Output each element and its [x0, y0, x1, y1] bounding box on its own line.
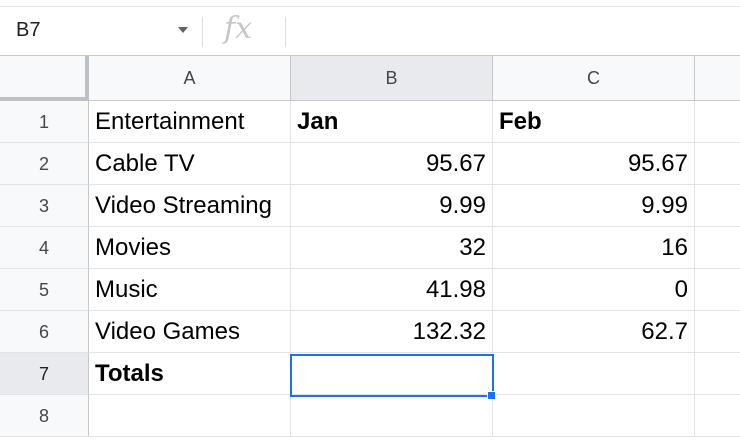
- cell-b2[interactable]: 95.67: [291, 143, 493, 185]
- cell-a2[interactable]: Cable TV: [89, 143, 291, 185]
- chevron-down-icon[interactable]: [178, 27, 188, 33]
- cell-a6[interactable]: Video Games: [89, 311, 291, 353]
- row-header-4[interactable]: 4: [0, 227, 89, 269]
- row-header-6[interactable]: 6: [0, 311, 89, 353]
- cell-d3[interactable]: [695, 185, 740, 227]
- cell-d5[interactable]: [695, 269, 740, 311]
- column-header-d[interactable]: [695, 56, 740, 101]
- column-header-b[interactable]: B: [291, 56, 493, 101]
- column-header-c[interactable]: C: [493, 56, 695, 101]
- cell-b7[interactable]: [291, 353, 493, 395]
- name-box[interactable]: B7: [0, 7, 200, 55]
- row-header-8[interactable]: 8: [0, 395, 89, 437]
- cell-d6[interactable]: [695, 311, 740, 353]
- cell-a1[interactable]: Entertainment: [89, 101, 291, 143]
- cell-b4[interactable]: 32: [291, 227, 493, 269]
- row-header-5[interactable]: 5: [0, 269, 89, 311]
- cell-c7[interactable]: [493, 353, 695, 395]
- cell-a8[interactable]: [89, 395, 291, 437]
- cell-a7[interactable]: Totals: [89, 353, 291, 395]
- function-icon: fx: [224, 11, 253, 46]
- cell-c1[interactable]: Feb: [493, 101, 695, 143]
- cell-d1[interactable]: [695, 101, 740, 143]
- cell-b6[interactable]: 132.32: [291, 311, 493, 353]
- cell-c4[interactable]: 16: [493, 227, 695, 269]
- cell-c6[interactable]: 62.7: [493, 311, 695, 353]
- formula-bar-separator: [285, 17, 286, 47]
- cell-b3[interactable]: 9.99: [291, 185, 493, 227]
- fill-handle[interactable]: [487, 391, 496, 400]
- cell-a3[interactable]: Video Streaming: [89, 185, 291, 227]
- formula-input[interactable]: [292, 17, 722, 47]
- cell-b8[interactable]: [291, 395, 493, 437]
- cell-b5[interactable]: 41.98: [291, 269, 493, 311]
- cell-c8[interactable]: [493, 395, 695, 437]
- cell-a5[interactable]: Music: [89, 269, 291, 311]
- cell-c5[interactable]: 0: [493, 269, 695, 311]
- column-header-a[interactable]: A: [89, 56, 291, 101]
- cell-d7[interactable]: [695, 353, 740, 395]
- cell-c3[interactable]: 9.99: [493, 185, 695, 227]
- cell-c2[interactable]: 95.67: [493, 143, 695, 185]
- row-header-1[interactable]: 1: [0, 101, 89, 143]
- window-top-edge: [0, 0, 740, 7]
- cell-d8[interactable]: [695, 395, 740, 437]
- row-header-2[interactable]: 2: [0, 143, 89, 185]
- formula-bar: B7 fx: [0, 7, 740, 56]
- row-header-3[interactable]: 3: [0, 185, 89, 227]
- cell-a4[interactable]: Movies: [89, 227, 291, 269]
- row-header-7[interactable]: 7: [0, 353, 89, 395]
- name-box-value: B7: [16, 19, 41, 41]
- cell-d4[interactable]: [695, 227, 740, 269]
- formula-bar-separator: [202, 17, 203, 47]
- select-all-corner[interactable]: [0, 56, 89, 101]
- cell-d2[interactable]: [695, 143, 740, 185]
- cell-b1[interactable]: Jan: [291, 101, 493, 143]
